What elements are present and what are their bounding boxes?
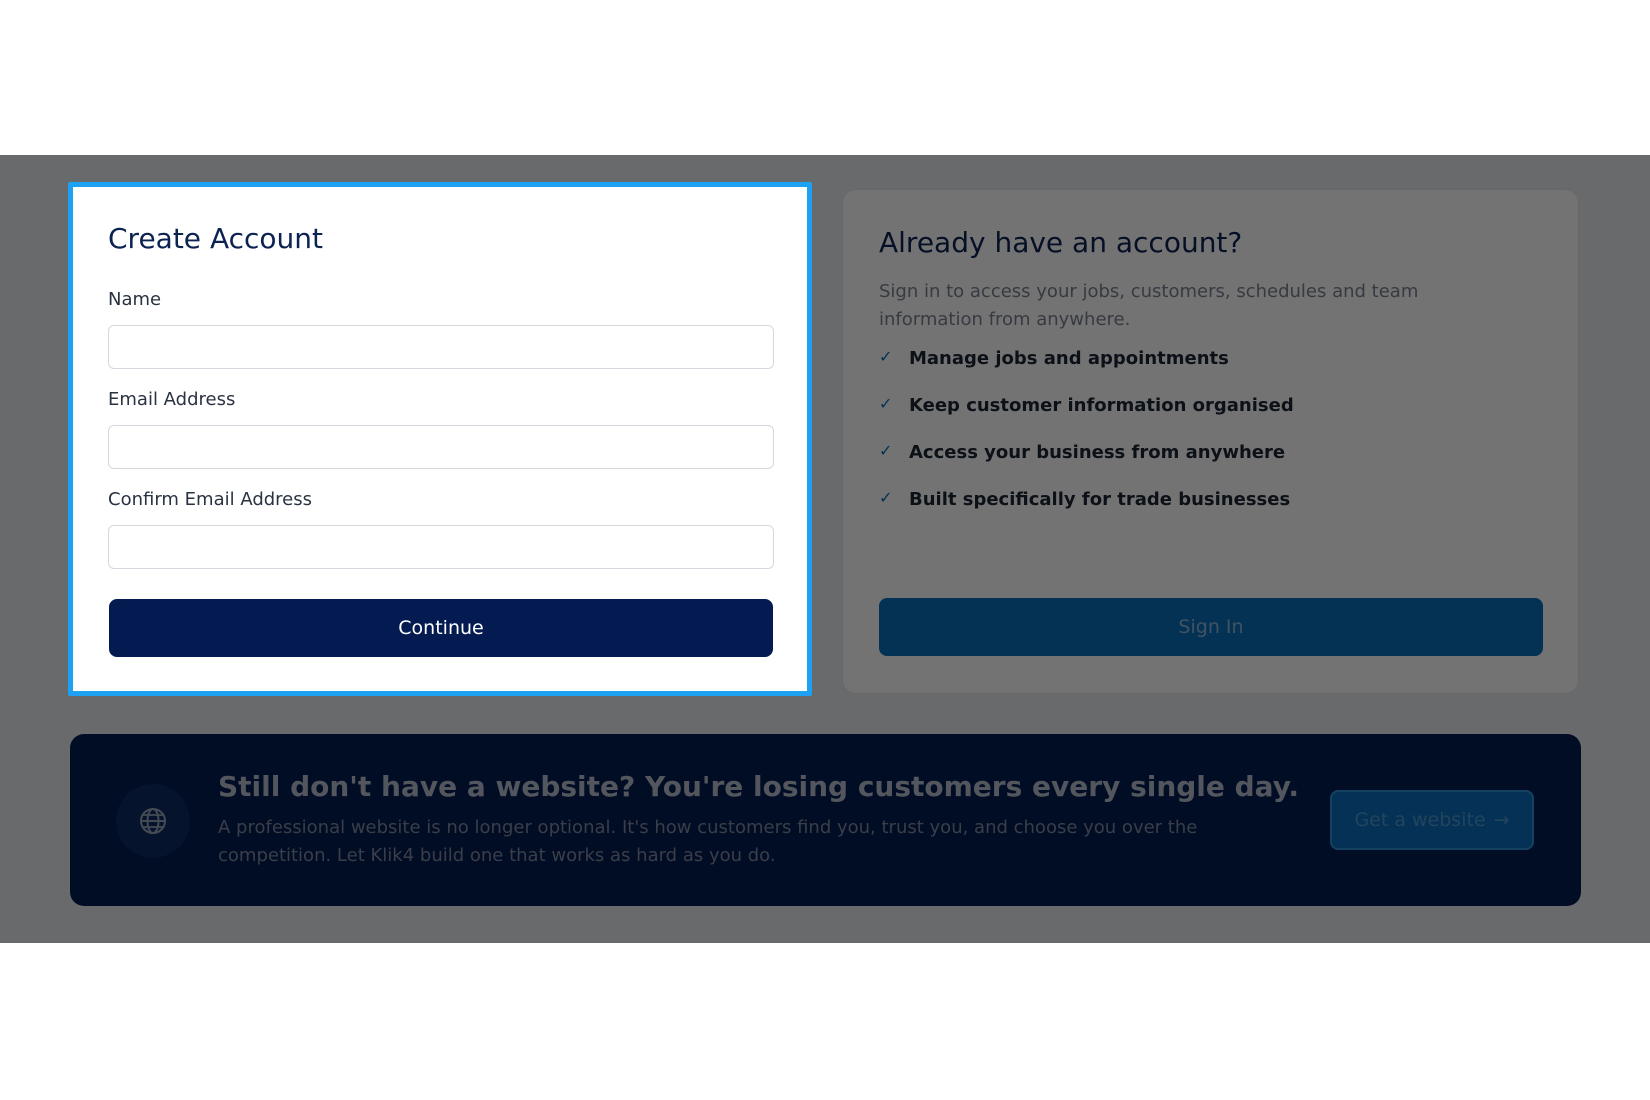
confirm-email-input[interactable] [108, 525, 774, 569]
sign-in-button[interactable]: Sign In [879, 598, 1543, 656]
benefit-item: ✓ Manage jobs and appointments [879, 348, 1294, 395]
check-icon: ✓ [879, 441, 893, 460]
signin-subtitle: Sign in to access your jobs, customers, … [879, 281, 1419, 330]
benefit-text: Keep customer information organised [909, 395, 1294, 416]
email-input[interactable] [108, 425, 774, 469]
benefit-item: ✓ Keep customer information organised [879, 395, 1294, 442]
benefit-text: Manage jobs and appointments [909, 348, 1229, 369]
promo-body: A professional website is no longer opti… [218, 817, 1198, 866]
arrow-right-icon: → [1493, 809, 1510, 831]
name-input[interactable] [108, 325, 774, 369]
confirm-email-label: Confirm Email Address [108, 489, 313, 510]
signin-card: Already have an account? Sign in to acce… [842, 189, 1579, 694]
promo-title: Still don't have a website? You're losin… [218, 770, 1300, 803]
website-promo-banner: Still don't have a website? You're losin… [70, 734, 1581, 906]
benefit-text: Access your business from anywhere [909, 442, 1286, 463]
benefit-item: ✓ Access your business from anywhere [879, 442, 1294, 489]
check-icon: ✓ [879, 488, 893, 507]
check-icon: ✓ [879, 394, 893, 413]
benefits-list: ✓ Manage jobs and appointments ✓ Keep cu… [879, 348, 1294, 536]
get-website-label: Get a website [1354, 809, 1486, 831]
benefit-item: ✓ Built specifically for trade businesse… [879, 489, 1294, 536]
signin-title: Already have an account? [879, 226, 1243, 259]
get-website-button[interactable]: Get a website → [1330, 790, 1534, 850]
create-account-title: Create Account [108, 222, 323, 255]
benefit-text: Built specifically for trade businesses [909, 489, 1291, 510]
check-icon: ✓ [879, 347, 893, 366]
create-account-card: Create Account Name Email Address Confir… [68, 182, 812, 696]
email-label: Email Address [108, 389, 236, 410]
globe-icon [116, 784, 190, 858]
continue-button[interactable]: Continue [109, 599, 773, 657]
name-label: Name [108, 289, 162, 310]
